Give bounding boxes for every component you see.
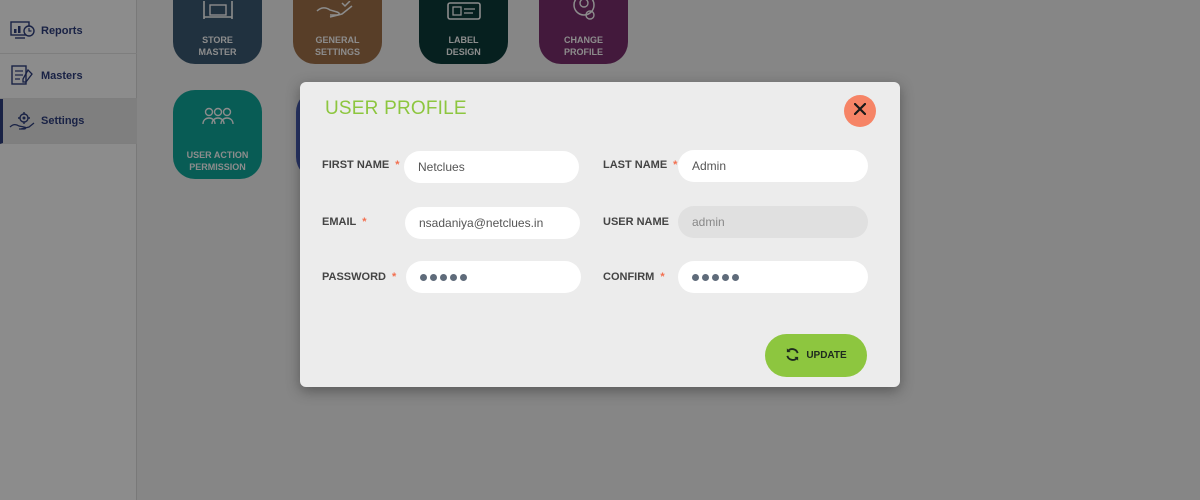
first-name-label: FIRST NAME * bbox=[322, 159, 400, 171]
refresh-icon bbox=[785, 347, 800, 365]
first-name-field[interactable]: Netclues bbox=[404, 151, 579, 183]
email-label: EMAIL * bbox=[322, 216, 367, 228]
close-icon bbox=[853, 102, 867, 120]
last-name-label: LAST NAME * bbox=[603, 159, 678, 171]
confirm-label: CONFIRM * bbox=[603, 271, 665, 283]
last-name-field[interactable]: Admin bbox=[678, 150, 868, 182]
password-field[interactable] bbox=[406, 261, 581, 293]
update-label: UPDATE bbox=[806, 350, 847, 361]
user-profile-modal: USER PROFILE FIRST NAME * Netclues LAST N… bbox=[300, 82, 900, 387]
update-button[interactable]: UPDATE bbox=[765, 334, 867, 377]
confirm-mask bbox=[692, 273, 739, 281]
user-name-label: USER NAME bbox=[603, 216, 670, 228]
user-name-field: admin bbox=[678, 206, 868, 238]
password-label: PASSWORD * bbox=[322, 271, 397, 283]
confirm-field[interactable] bbox=[678, 261, 868, 293]
modal-title: USER PROFILE bbox=[325, 98, 467, 119]
email-field[interactable]: nsadaniya@netclues.in bbox=[405, 207, 580, 239]
password-mask bbox=[420, 273, 467, 281]
close-button[interactable] bbox=[844, 95, 876, 127]
